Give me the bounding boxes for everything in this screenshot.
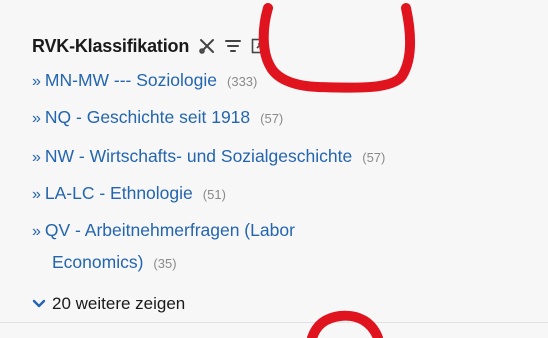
list-item[interactable]: » MN-MW --- Soziologie (333) <box>32 70 257 92</box>
facet-link[interactable]: QV - Arbeitnehmerfragen (Labor <box>45 220 295 240</box>
facet-count: (51) <box>202 187 226 202</box>
facet-link[interactable]: NW - Wirtschafts- und Sozialgeschichte <box>45 146 352 166</box>
facet-tools <box>197 36 275 56</box>
bullet-icon: » <box>32 186 41 203</box>
facet-count: (35) <box>153 256 177 271</box>
scissors-icon[interactable] <box>197 36 217 56</box>
facet-title: RVK-Klassifikation <box>32 35 190 56</box>
expand-window-icon[interactable] <box>249 36 269 56</box>
show-more-label: 20 weitere zeigen <box>52 294 186 313</box>
facet-count: (57) <box>362 150 386 165</box>
facet-header: RVK-Klassifikation <box>32 33 275 59</box>
bullet-icon: » <box>32 223 41 240</box>
bullet-icon: » <box>32 149 41 166</box>
show-more-button[interactable]: 20 weitere zeigen <box>32 294 185 314</box>
bullet-icon: » <box>32 110 41 127</box>
divider <box>0 322 548 323</box>
list-item[interactable]: » NQ - Geschichte seit 1918 (57) <box>32 107 283 129</box>
list-item[interactable]: » LA-LC - Ethnologie (51) <box>32 183 226 205</box>
list-item[interactable]: » NW - Wirtschafts- und Sozialgeschichte (… <box>32 146 385 168</box>
chevron-down-icon <box>32 299 46 308</box>
facet-count: (57) <box>260 111 284 126</box>
sort-lines-icon[interactable] <box>223 36 243 56</box>
facet-link[interactable]: LA-LC - Ethnologie <box>45 183 193 203</box>
facet-link[interactable]: Economics) <box>52 252 143 272</box>
facet-link[interactable]: MN-MW --- Soziologie <box>45 70 217 90</box>
facet-link[interactable]: NQ - Geschichte seit 1918 <box>45 107 250 127</box>
list-item-continuation[interactable]: Economics) (35) <box>52 252 177 274</box>
facet-count: (333) <box>227 74 258 89</box>
list-item[interactable]: » QV - Arbeitnehmerfragen (Labor <box>32 220 295 242</box>
bullet-icon: » <box>32 73 41 90</box>
facet-panel: RVK-Klassifikation » MN-MW --- Soziologi… <box>0 0 548 338</box>
